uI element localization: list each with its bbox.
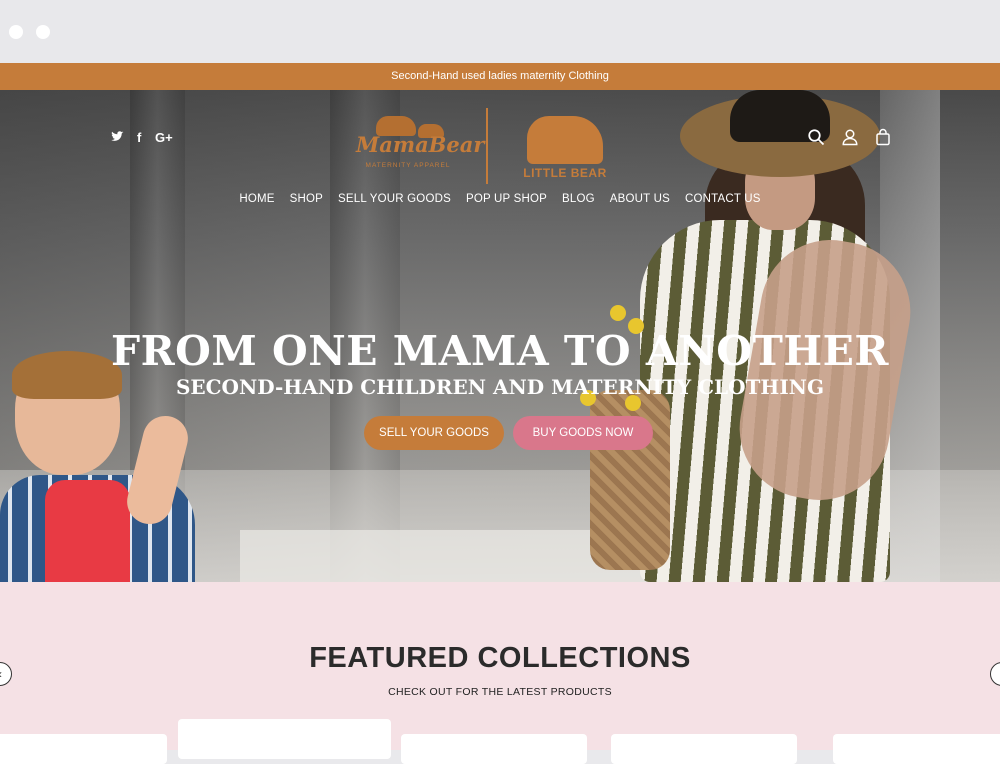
nav-contact-us[interactable]: CONTACT US <box>685 193 761 205</box>
browser-chrome <box>0 0 1000 63</box>
mamabear-logo-text: MamaBear <box>356 132 485 157</box>
sell-your-goods-button[interactable]: SELL YOUR GOODS <box>364 416 504 450</box>
featured-subtitle: CHECK OUT FOR THE LATEST PRODUCTS <box>388 686 612 698</box>
collection-card[interactable] <box>0 734 167 764</box>
announcement-bar: Second-Hand used ladies maternity Clothi… <box>0 63 1000 90</box>
nav-about-us[interactable]: ABOUT US <box>610 193 670 205</box>
mamabear-logo[interactable]: MamaBear MATERNITY APPAREL <box>356 116 485 174</box>
facebook-icon[interactable]: f <box>137 130 141 145</box>
collection-card[interactable] <box>833 734 1000 764</box>
hero-subtitle: SECOND-HAND CHILDREN AND MATERNITY CLOTH… <box>175 375 825 399</box>
nav-home[interactable]: HOME <box>239 193 274 205</box>
mamabear-tagline: MATERNITY APPAREL <box>365 162 451 169</box>
window-dot-minimize[interactable] <box>36 25 50 39</box>
featured-title: FEATURED COLLECTIONS <box>309 642 691 674</box>
collection-card[interactable] <box>178 719 391 759</box>
nav-sell-your-goods[interactable]: SELL YOUR GOODS <box>338 193 451 205</box>
nav-pop-up-shop[interactable]: POP UP SHOP <box>466 193 547 205</box>
collection-card[interactable] <box>611 734 797 764</box>
collection-card[interactable] <box>401 734 587 764</box>
bear-icon <box>527 116 603 164</box>
account-icon[interactable] <box>841 128 859 146</box>
main-nav: HOME SHOP SELL YOUR GOODS POP UP SHOP BL… <box>0 193 1000 205</box>
nav-blog[interactable]: BLOG <box>562 193 595 205</box>
cart-icon[interactable] <box>874 128 892 146</box>
window-dot-close[interactable] <box>9 25 23 39</box>
twitter-icon[interactable] <box>111 130 124 146</box>
search-icon[interactable] <box>807 128 825 146</box>
nav-shop[interactable]: SHOP <box>290 193 323 205</box>
littlebear-logo[interactable]: LITTLE BEAR <box>520 116 610 182</box>
logo-divider <box>486 108 488 184</box>
hero-title: FROM ONE MAMA TO ANOTHER <box>110 327 889 375</box>
littlebear-logo-text: LITTLE BEAR <box>523 166 607 180</box>
buy-goods-now-button[interactable]: BUY GOODS NOW <box>513 416 653 450</box>
google-plus-icon[interactable]: G+ <box>155 130 173 145</box>
